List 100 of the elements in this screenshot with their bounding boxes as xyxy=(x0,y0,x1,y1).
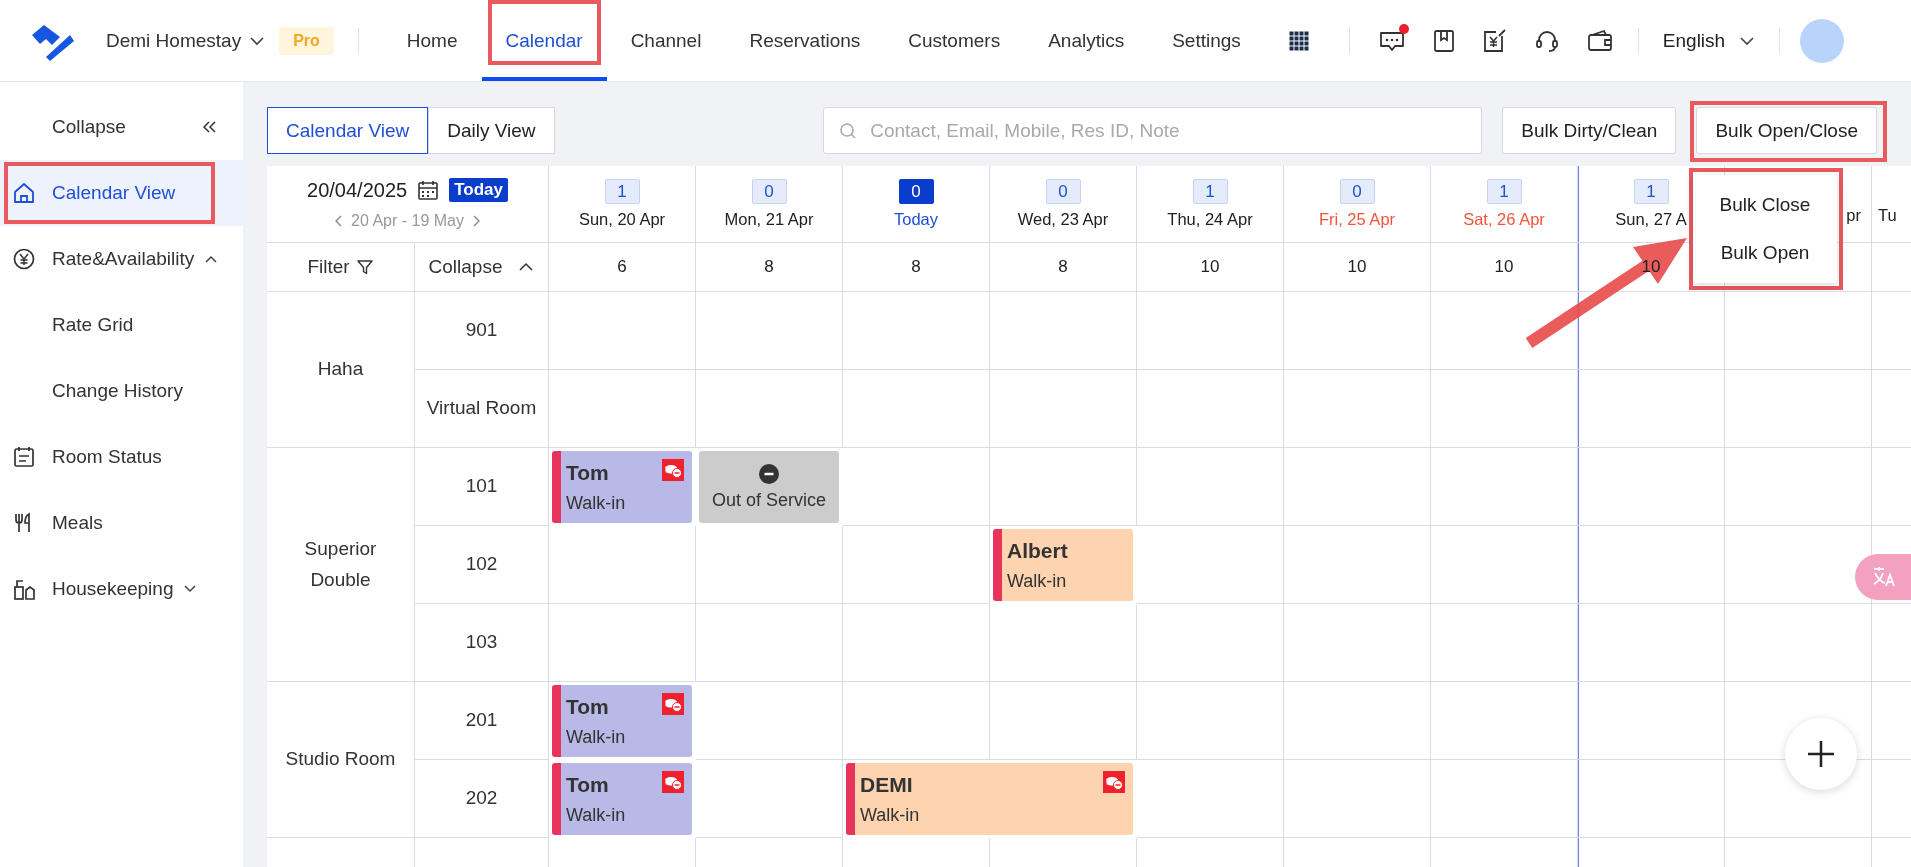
view-tab[interactable]: Daily View xyxy=(428,107,555,154)
date-field[interactable]: 20/04/2025 xyxy=(307,178,408,202)
translate-button[interactable] xyxy=(1855,554,1911,600)
calendar-cell[interactable] xyxy=(1578,682,1725,760)
yen-document-icon[interactable] xyxy=(1481,27,1508,54)
filter-button[interactable]: Filter xyxy=(307,256,374,278)
calendar-cell[interactable] xyxy=(843,448,990,526)
calendar-cell[interactable] xyxy=(549,370,696,448)
room-cell: 201 xyxy=(415,682,549,760)
available-count: 10 xyxy=(1494,257,1514,277)
collapse-toggle[interactable]: Collapse xyxy=(428,256,535,278)
booking-card[interactable]: Tom Walk-in xyxy=(552,685,692,757)
booking-card[interactable]: Tom Walk-in xyxy=(552,451,692,523)
calendar-cell[interactable] xyxy=(1725,292,1872,370)
nav-tab[interactable]: Settings xyxy=(1148,0,1265,81)
calendar-cell[interactable] xyxy=(843,682,990,760)
calendar-cell[interactable] xyxy=(1284,448,1431,526)
nav-tab[interactable]: Reservations xyxy=(725,0,885,81)
calendar-cell[interactable] xyxy=(1284,370,1431,448)
calendar-cell[interactable] xyxy=(1725,526,1872,604)
sidebar-item[interactable]: Meals xyxy=(0,490,243,556)
calendar-cell[interactable] xyxy=(1431,292,1578,370)
calendar-cell[interactable] xyxy=(1578,370,1725,448)
calendar-cell[interactable] xyxy=(1284,292,1431,370)
calendar-icon[interactable] xyxy=(417,179,440,201)
calendar-cell[interactable] xyxy=(990,370,1137,448)
calendar-cell[interactable] xyxy=(1137,682,1284,760)
sidebar-item[interactable]: Calendar View xyxy=(0,160,243,226)
calendar-cell[interactable] xyxy=(990,682,1137,760)
calendar-cell[interactable] xyxy=(696,370,843,448)
booking-card[interactable]: DEMI Walk-in xyxy=(846,763,1133,835)
chevron-right-icon[interactable] xyxy=(471,214,482,228)
booking-card[interactable]: Tom Walk-in xyxy=(552,763,692,835)
calendar-cell[interactable] xyxy=(1137,760,1284,838)
collapse-button[interactable]: Collapse xyxy=(0,94,243,160)
calendar-cell[interactable] xyxy=(1137,448,1284,526)
calendar-cell[interactable] xyxy=(1578,448,1725,526)
calendar-cell[interactable] xyxy=(1578,292,1725,370)
today-button[interactable]: Today xyxy=(449,178,508,202)
bulk-button[interactable]: Bulk Dirty/Clean xyxy=(1502,107,1677,154)
sidebar-item[interactable]: Housekeeping xyxy=(0,556,243,622)
calendar-cell[interactable] xyxy=(843,526,990,604)
calendar-cell[interactable] xyxy=(1137,370,1284,448)
calendar-cell[interactable] xyxy=(549,292,696,370)
wallet-icon[interactable] xyxy=(1585,27,1614,54)
calendar-cell[interactable] xyxy=(696,526,843,604)
calendar-cell[interactable] xyxy=(696,604,843,682)
property-selector[interactable]: Demi Homestay xyxy=(106,29,266,52)
sidebar-item[interactable]: Rate Grid xyxy=(0,292,243,358)
bookmark-icon[interactable] xyxy=(1431,27,1456,54)
booking-source: Walk-in xyxy=(566,804,626,826)
app-grid-icon[interactable] xyxy=(1288,30,1309,51)
calendar-cell[interactable] xyxy=(1431,760,1578,838)
view-tab[interactable]: Calendar View xyxy=(267,107,429,154)
sidebar-item[interactable]: Rate&Availability xyxy=(0,226,243,292)
calendar-cell[interactable] xyxy=(1431,370,1578,448)
calendar-cell[interactable] xyxy=(696,760,843,838)
calendar-cell[interactable] xyxy=(990,448,1137,526)
calendar-cell[interactable] xyxy=(1284,682,1431,760)
search-field[interactable]: Contact, Email, Mobile, Res ID, Note xyxy=(823,107,1483,154)
calendar-cell[interactable] xyxy=(1431,448,1578,526)
calendar-cell[interactable] xyxy=(1431,604,1578,682)
calendar-cell[interactable] xyxy=(696,682,843,760)
calendar-cell[interactable] xyxy=(1431,682,1578,760)
nav-tab[interactable]: Channel xyxy=(606,0,726,81)
nav-tab[interactable]: Analytics xyxy=(1024,0,1149,81)
calendar-cell[interactable] xyxy=(990,604,1137,682)
booking-count-badge: 1 xyxy=(1486,179,1522,204)
calendar-cell[interactable] xyxy=(549,604,696,682)
nav-tab[interactable]: Home xyxy=(382,0,482,81)
calendar-cell[interactable] xyxy=(843,370,990,448)
calendar-cell[interactable] xyxy=(990,292,1137,370)
calendar-cell[interactable] xyxy=(1284,526,1431,604)
calendar-cell[interactable] xyxy=(1137,604,1284,682)
calendar-cell[interactable] xyxy=(1431,526,1578,604)
calendar-cell[interactable] xyxy=(1578,760,1725,838)
calendar-cell[interactable] xyxy=(1137,526,1284,604)
chevron-left-icon[interactable] xyxy=(333,214,343,228)
calendar-cell[interactable] xyxy=(1284,604,1431,682)
bulk-button[interactable]: Bulk Open/Close xyxy=(1696,107,1877,154)
available-count: 8 xyxy=(911,257,921,277)
calendar-cell[interactable] xyxy=(549,526,696,604)
calendar-cell[interactable] xyxy=(1284,760,1431,838)
calendar-cell[interactable] xyxy=(1137,292,1284,370)
calendar-cell[interactable] xyxy=(1725,370,1872,448)
out-of-service-block[interactable]: Out of Service xyxy=(699,451,839,523)
nav-tab[interactable]: Customers xyxy=(884,0,1025,81)
calendar-cell[interactable] xyxy=(1725,448,1872,526)
calendar-cell[interactable] xyxy=(1578,526,1725,604)
sidebar-item[interactable]: Change History xyxy=(0,358,243,424)
calendar-cell[interactable] xyxy=(1725,604,1872,682)
sidebar-item[interactable]: Room Status xyxy=(0,424,243,490)
language-selector[interactable]: English xyxy=(1662,29,1756,52)
menu-item[interactable]: Bulk Close xyxy=(1693,181,1837,229)
calendar-cell[interactable] xyxy=(1578,604,1725,682)
booking-card[interactable]: Albert Walk-in xyxy=(993,529,1133,601)
calendar-cell[interactable] xyxy=(843,292,990,370)
calendar-cell[interactable] xyxy=(696,292,843,370)
menu-item[interactable]: Bulk Open xyxy=(1693,229,1837,277)
calendar-cell[interactable] xyxy=(843,604,990,682)
